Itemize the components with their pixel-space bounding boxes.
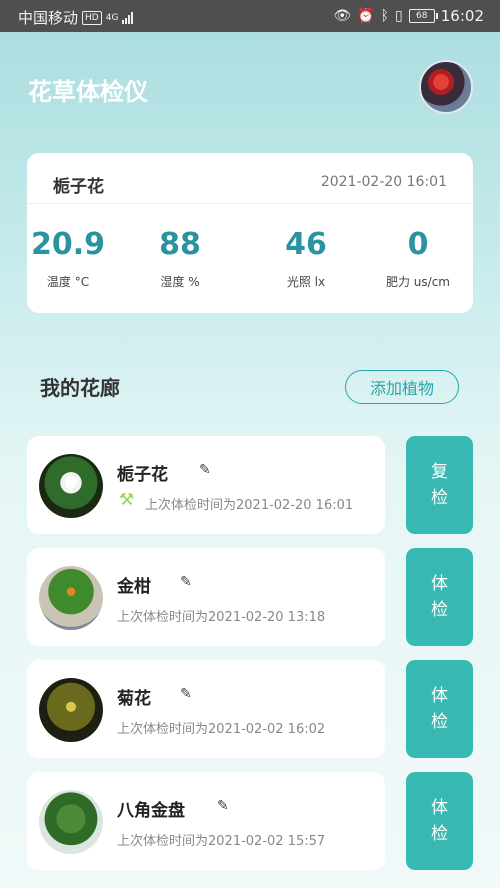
last-check-time: 上次体检时间为2021-02-20 16:01 — [145, 494, 353, 513]
plant-name: 菊花 — [117, 684, 151, 709]
current-check-card: 栀子花 2021-02-20 16:01 20.9 温度 °C 88 湿度 % … — [27, 153, 473, 313]
plant-card-fatsia[interactable]: 八角金盘 ✎ 上次体检时间为2021-02-02 15:57 — [27, 772, 385, 870]
signal-icon — [122, 12, 133, 24]
metric-value: 88 — [125, 225, 235, 265]
button-char: 检 — [431, 709, 448, 735]
plant-photo — [39, 678, 103, 742]
last-check-time: 上次体检时间为2021-02-20 13:18 — [117, 606, 325, 625]
plant-photo — [39, 790, 103, 854]
metric-value: 46 — [251, 225, 361, 265]
button-char: 复 — [431, 459, 448, 485]
carrier-label: 中国移动 — [18, 7, 78, 28]
edit-icon[interactable]: ✎ — [217, 798, 229, 814]
wrench-icon: ⚒ — [119, 490, 134, 510]
app-title: 花草体检仪 — [28, 72, 148, 107]
check-button[interactable]: 体 检 — [406, 772, 473, 870]
plant-card-chrysanthemum[interactable]: 菊花 ✎ 上次体检时间为2021-02-02 16:02 — [27, 660, 385, 758]
metric-light: 46 光照 lx — [251, 225, 361, 290]
eye-comfort-icon: 👁 — [333, 8, 351, 24]
last-check-time: 上次体检时间为2021-02-02 15:57 — [117, 830, 325, 849]
plant-name: 八角金盘 — [117, 796, 185, 821]
current-check-datetime: 2021-02-20 16:01 — [321, 174, 447, 190]
check-button[interactable]: 体 检 — [406, 548, 473, 646]
bluetooth-icon: ᛒ — [381, 8, 389, 24]
avatar[interactable] — [419, 60, 473, 114]
metric-label: 光照 lx — [251, 273, 361, 290]
hd-badge: HD — [82, 11, 102, 25]
edit-icon[interactable]: ✎ — [180, 574, 192, 590]
metric-label: 肥力 us/cm — [363, 273, 473, 290]
clock: 16:02 — [441, 7, 484, 25]
last-check-time: 上次体检时间为2021-02-02 16:02 — [117, 718, 325, 737]
network-type: 4G — [106, 13, 119, 23]
button-char: 体 — [431, 795, 448, 821]
metric-value: 0 — [363, 225, 473, 265]
check-button[interactable]: 体 检 — [406, 660, 473, 758]
edit-icon[interactable]: ✎ — [180, 686, 192, 702]
metric-label: 温度 °C — [13, 273, 123, 290]
metric-value: 20.9 — [13, 225, 123, 265]
metric-humidity: 88 湿度 % — [125, 225, 235, 290]
button-char: 检 — [431, 597, 448, 623]
metric-fertility: 0 肥力 us/cm — [363, 225, 473, 290]
current-plant-name: 栀子花 — [53, 172, 104, 197]
button-char: 体 — [431, 683, 448, 709]
add-plant-button[interactable]: 添加植物 — [345, 370, 459, 404]
recheck-button[interactable]: 复 检 — [406, 436, 473, 534]
status-bar: 中国移动 HD 4G 👁 ⏰ ᛒ ▯ 68 16:02 — [0, 0, 500, 32]
edit-icon[interactable]: ✎ — [199, 462, 211, 478]
metric-temperature: 20.9 温度 °C — [13, 225, 123, 290]
vibrate-icon: ▯ — [395, 8, 403, 24]
plant-card-gardenia[interactable]: 栀子花 ✎ ⚒ 上次体检时间为2021-02-20 16:01 — [27, 436, 385, 534]
plant-name: 栀子花 — [117, 460, 168, 485]
button-char: 检 — [431, 485, 448, 511]
battery-icon: 68 — [409, 9, 435, 23]
plant-photo — [39, 566, 103, 630]
button-char: 检 — [431, 821, 448, 847]
button-char: 体 — [431, 571, 448, 597]
metric-label: 湿度 % — [125, 273, 235, 290]
divider — [27, 203, 473, 204]
gallery-title: 我的花廊 — [40, 372, 120, 401]
plant-card-kumquat[interactable]: 金柑 ✎ 上次体检时间为2021-02-20 13:18 — [27, 548, 385, 646]
plant-photo — [39, 454, 103, 518]
alarm-icon: ⏰ — [357, 8, 374, 24]
plant-name: 金柑 — [117, 572, 151, 597]
